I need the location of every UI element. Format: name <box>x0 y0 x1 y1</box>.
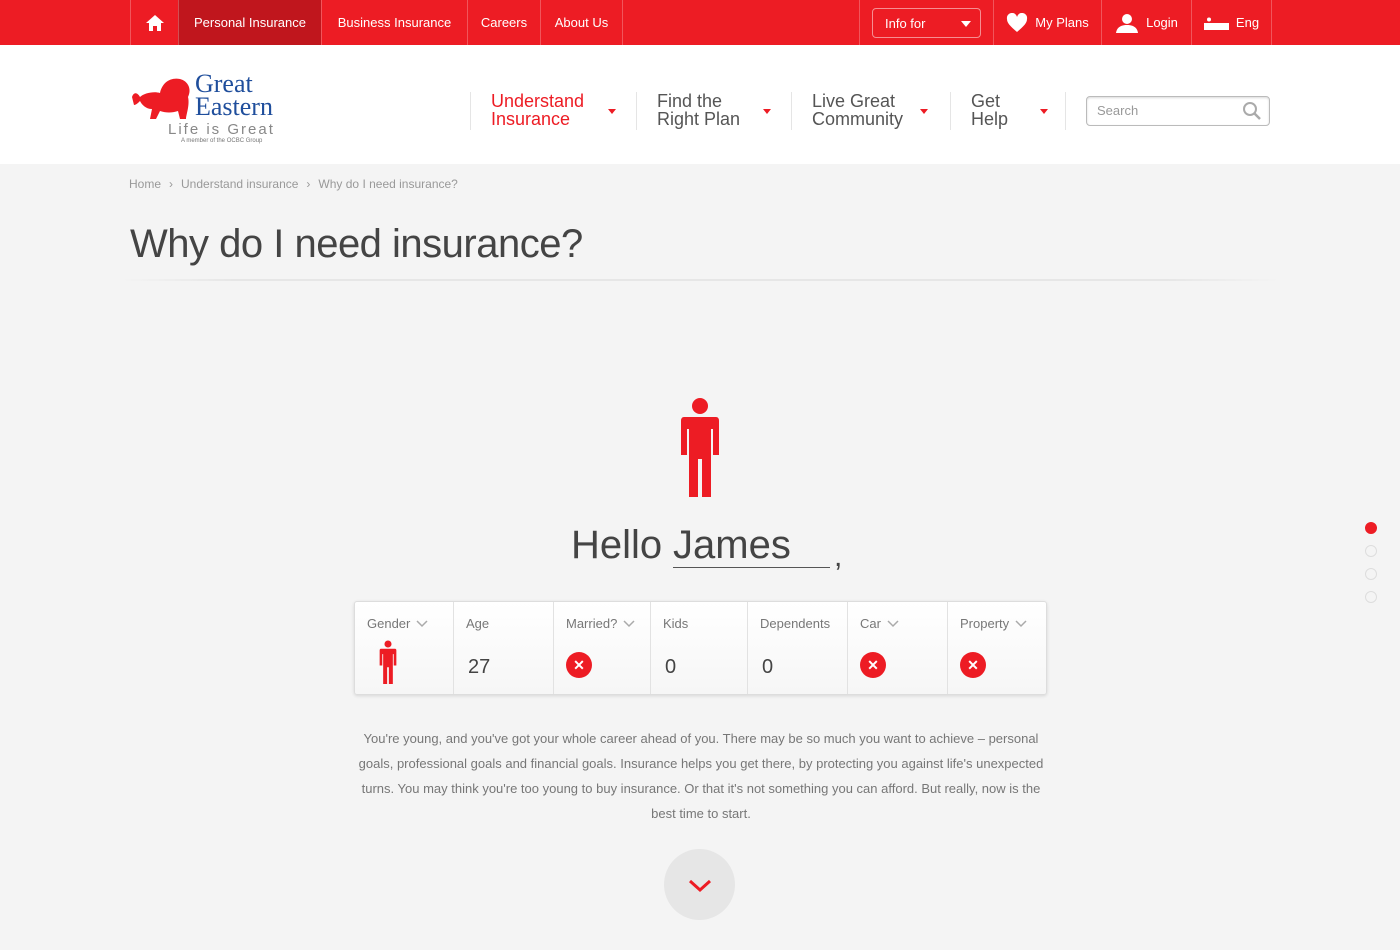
logo-tagline: Life is Great <box>168 121 275 138</box>
caret-down-icon <box>763 109 771 114</box>
nav-label: Get <box>971 91 1001 111</box>
search-icon[interactable] <box>1242 101 1262 121</box>
kids-value: 0 <box>665 656 677 678</box>
lion-logo-icon <box>132 78 190 119</box>
header: Great Eastern Life is Great A member of … <box>0 45 1400 164</box>
pager-dot-2[interactable] <box>1365 545 1377 557</box>
description: You're young, and you've got your whole … <box>358 731 1044 821</box>
property-selector[interactable]: Property ✕ <box>947 602 1046 694</box>
heart-icon <box>1007 12 1028 32</box>
logo-member: A member of the OCBC Group <box>181 138 263 144</box>
property-label: Property <box>960 616 1010 631</box>
age-label: Age <box>466 616 490 631</box>
section-pager <box>1365 522 1377 614</box>
nav-get-help[interactable]: Get Help <box>950 92 1066 130</box>
top-bar: Personal Insurance Business Insurance Ca… <box>0 0 1400 45</box>
tab-careers[interactable]: Careers <box>467 0 540 45</box>
pager-dot-3[interactable] <box>1365 568 1377 580</box>
page-title: Why do I need insurance? <box>130 222 583 266</box>
info-for-dropdown[interactable]: Info for <box>872 8 981 38</box>
tab-about-us[interactable]: About Us <box>540 0 623 45</box>
kids-label: Kids <box>663 616 689 631</box>
logo-eastern: Eastern <box>195 92 273 121</box>
chevron-down-icon <box>688 879 712 893</box>
singapore-flag-icon <box>1203 15 1229 30</box>
chevron-down-icon <box>416 619 428 627</box>
age-value: 27 <box>468 656 491 678</box>
user-icon <box>1116 13 1139 33</box>
married-selector[interactable]: Married? ✕ <box>553 602 650 694</box>
tab-business-insurance[interactable]: Business Insurance <box>321 0 467 45</box>
caret-down-icon <box>608 109 616 114</box>
nav-find-the-right-plan[interactable]: Find the Right Plan <box>636 92 791 130</box>
nav-label: Understand <box>491 91 585 111</box>
male-figure-icon <box>681 398 719 497</box>
divider <box>120 279 1280 281</box>
language-label: Eng <box>1235 15 1260 30</box>
nav-label: Find the <box>657 91 723 111</box>
home-button[interactable] <box>130 0 178 45</box>
nav-label: Live Great <box>812 91 896 111</box>
chevron-down-icon <box>1015 619 1027 627</box>
logo[interactable]: Great Eastern Life is Great A member of … <box>130 71 280 148</box>
gender-selector[interactable]: Gender <box>355 602 453 694</box>
dependents-label: Dependents <box>760 616 831 631</box>
no-x-icon: ✕ <box>860 652 886 678</box>
my-plans-label: My Plans <box>1035 15 1089 30</box>
chevron-down-icon <box>887 619 899 627</box>
breadcrumb-current: Why do I need insurance? <box>318 177 458 191</box>
breadcrumb-understand-insurance[interactable]: Understand insurance <box>181 177 298 191</box>
nav-understand-insurance[interactable]: Understand Insurance <box>470 92 636 130</box>
breadcrumb-home[interactable]: Home <box>129 177 161 191</box>
login-button[interactable]: Login <box>1101 0 1191 45</box>
my-plans-button[interactable]: My Plans <box>993 0 1101 45</box>
search-box <box>1086 96 1270 126</box>
chevron-right-icon: › <box>306 177 311 191</box>
tab-personal-insurance[interactable]: Personal Insurance <box>178 0 321 45</box>
info-for-label: Info for <box>885 15 926 31</box>
kids-field[interactable]: Kids 0 <box>650 602 747 694</box>
car-label: Car <box>860 616 881 631</box>
house-icon <box>145 14 164 31</box>
pager-dot-1[interactable] <box>1365 522 1377 534</box>
language-button[interactable]: Eng <box>1191 0 1272 45</box>
greeting-comma: , <box>834 540 843 573</box>
married-label: Married? <box>566 616 618 631</box>
pager-dot-4[interactable] <box>1365 591 1377 603</box>
dependents-field[interactable]: Dependents 0 <box>747 602 847 694</box>
login-label: Login <box>1146 15 1178 30</box>
gender-label: Gender <box>367 616 411 631</box>
chevron-down-icon <box>623 619 635 627</box>
chevron-right-icon: › <box>169 177 174 191</box>
caret-down-icon <box>920 109 928 114</box>
dependents-value: 0 <box>762 656 774 678</box>
breadcrumb: Home › Understand insurance › Why do I nee… <box>129 177 458 191</box>
name-input[interactable] <box>673 523 830 568</box>
no-x-icon: ✕ <box>960 652 986 678</box>
nav-label: Community <box>812 109 904 129</box>
nav-label: Help <box>971 109 1009 129</box>
caret-down-icon <box>961 21 971 27</box>
search-input[interactable] <box>1097 103 1237 118</box>
male-figure-icon <box>379 640 397 684</box>
no-x-icon: ✕ <box>566 652 592 678</box>
nav-live-great-community[interactable]: Live Great Community <box>791 92 950 130</box>
greeting-hello: Hello <box>571 523 663 567</box>
scroll-down-button[interactable] <box>664 849 735 920</box>
car-selector[interactable]: Car ✕ <box>847 602 947 694</box>
caret-down-icon <box>1040 109 1048 114</box>
age-field[interactable]: Age 27 <box>453 602 553 694</box>
profile-card: Gender Age 27 Married? ✕ Kids 0 Dependents 0… <box>354 601 1047 695</box>
